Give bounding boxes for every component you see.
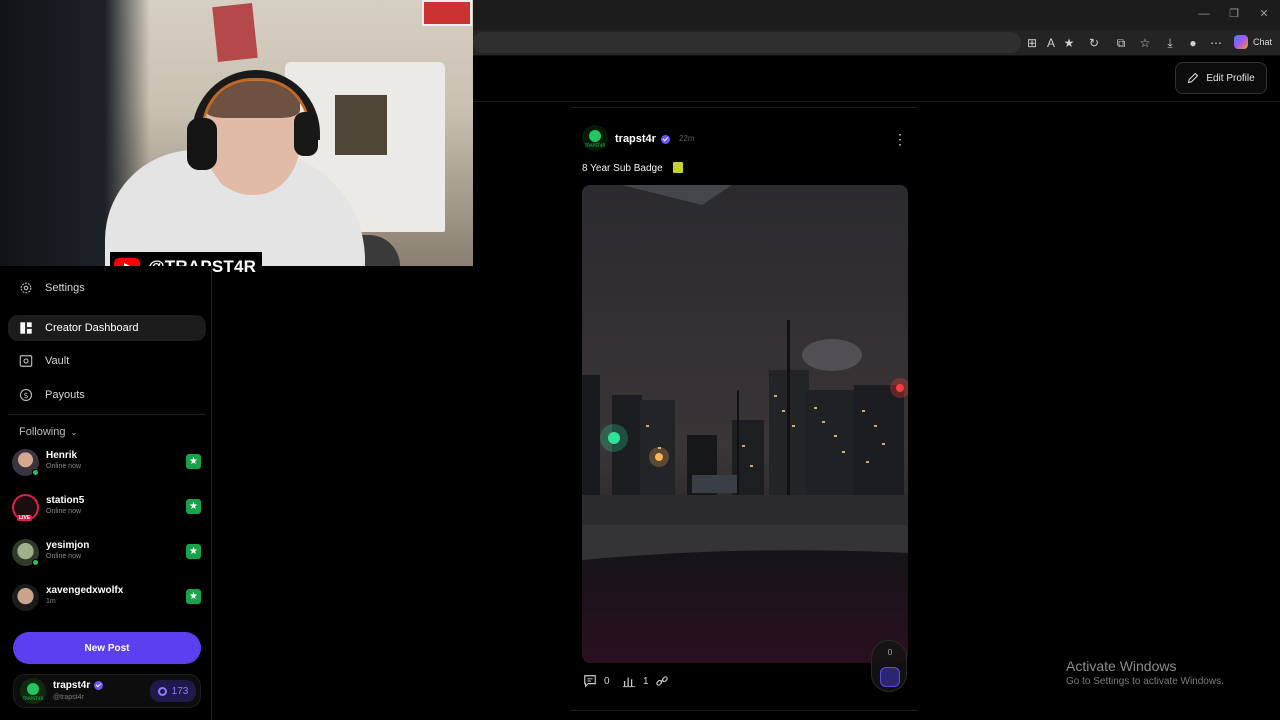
coin-balance[interactable]: 173: [150, 680, 196, 702]
favorite-star-icon[interactable]: ★: [1061, 35, 1077, 51]
restore-icon[interactable]: ❐: [1226, 6, 1242, 22]
refresh-extension-icon[interactable]: ↻: [1086, 35, 1102, 51]
coin-count: 173: [171, 685, 189, 697]
post-avatar[interactable]: TRAPST4R: [582, 125, 608, 151]
comment-icon: [584, 675, 596, 688]
sidebar-item-creator-dashboard[interactable]: Creator Dashboard: [8, 315, 206, 341]
star-icon[interactable]: ★: [186, 544, 201, 559]
more-options-icon[interactable]: ⋮: [893, 130, 907, 148]
star-icon[interactable]: ★: [186, 454, 201, 469]
profile-avatar-icon[interactable]: ●: [1185, 35, 1201, 51]
comment-count: 0: [604, 675, 610, 687]
following-status: 1m: [46, 598, 56, 605]
star-icon[interactable]: ★: [186, 499, 201, 514]
address-bar[interactable]: [473, 32, 1021, 53]
copilot-icon: [1234, 35, 1248, 49]
read-aloud-icon[interactable]: A: [1043, 35, 1059, 51]
account-card[interactable]: TRAPST4R trapst4r @trapst4r 173: [13, 674, 201, 708]
chevron-down-icon: ⌄: [70, 427, 78, 437]
account-handle: @trapst4r: [53, 694, 84, 701]
webcam-overlay: [0, 0, 473, 266]
downloads-icon[interactable]: ⤓: [1162, 35, 1178, 51]
sidebar-item-payouts[interactable]: $ Payouts: [8, 382, 206, 408]
sidebar-item-label: Settings: [45, 282, 85, 294]
minimize-icon[interactable]: —: [1196, 6, 1212, 22]
new-post-button[interactable]: New Post: [13, 632, 201, 664]
post-author: trapst4r: [615, 133, 656, 145]
extension-icon[interactable]: ⧉: [1113, 35, 1129, 51]
svg-text:TRAPST4R: TRAPST4R: [22, 696, 44, 701]
dollar-icon: $: [19, 388, 33, 402]
following-toggle[interactable]: Following ⌄: [19, 426, 77, 438]
following-status: Online now: [46, 508, 82, 515]
vault-icon: [19, 355, 33, 367]
activate-windows-title: Activate Windows: [1066, 658, 1177, 674]
app-available-icon[interactable]: ⊞: [1024, 35, 1040, 51]
edit-profile-label: Edit Profile: [1206, 72, 1255, 84]
feed-divider: [570, 107, 918, 108]
city-night-photo: [582, 185, 908, 663]
token-icon: [880, 667, 900, 687]
coin-icon: [157, 686, 167, 696]
views-button[interactable]: 1: [622, 673, 649, 689]
sidebar-item-label: Payouts: [45, 389, 85, 401]
online-indicator: [32, 559, 39, 566]
following-item-yesimjon[interactable]: yesimjon Online now ★: [12, 539, 204, 569]
online-indicator: [32, 469, 39, 476]
copilot-chat-button[interactable]: Chat: [1234, 33, 1272, 51]
gear-icon: [20, 282, 32, 294]
star-icon[interactable]: ★: [186, 589, 201, 604]
sidebar: Settings Creator Dashboard Vault $ Payou…: [0, 266, 212, 720]
following-name: Henrik: [46, 450, 78, 461]
verified-icon: [660, 134, 670, 144]
link-icon: [656, 676, 668, 686]
close-icon[interactable]: ✕: [1256, 6, 1272, 22]
account-name: trapst4r: [53, 680, 91, 691]
verified-icon: [94, 681, 104, 690]
post-media[interactable]: [582, 185, 908, 663]
following-item-xavengedxwolfx[interactable]: xavengedxwolfx 1m ★: [12, 584, 204, 614]
avatar: [12, 584, 39, 611]
following-name: xavengedxwolfx: [46, 585, 124, 596]
post-timestamp: 22m: [679, 134, 695, 143]
view-count: 1: [643, 675, 649, 687]
chat-label: Chat: [1253, 37, 1273, 47]
post-author-row[interactable]: trapst4r: [615, 133, 670, 145]
favorites-icon[interactable]: ☆: [1137, 35, 1153, 51]
comments-button[interactable]: 0: [583, 673, 610, 689]
sidebar-item-label: Creator Dashboard: [45, 322, 139, 334]
feed-divider: [570, 710, 918, 711]
svg-text:$: $: [23, 391, 28, 400]
tip-count: 0: [887, 648, 893, 657]
edit-profile-button[interactable]: Edit Profile: [1175, 62, 1267, 94]
following-name: yesimjon: [46, 540, 90, 551]
sidebar-item-vault[interactable]: Vault: [8, 348, 206, 374]
live-badge: LIVE: [17, 515, 33, 521]
account-name-row: trapst4r: [53, 680, 104, 691]
following-name: station5: [46, 495, 85, 506]
tip-counter[interactable]: 0: [871, 640, 907, 692]
following-status: Online now: [46, 463, 82, 470]
avatar: TRAPST4R: [20, 678, 46, 704]
sidebar-divider: [8, 414, 206, 415]
sidebar-item-label: Vault: [45, 355, 70, 367]
emoji-icon: [673, 162, 683, 173]
sidebar-item-settings[interactable]: Settings: [8, 275, 206, 301]
following-status: Online now: [46, 553, 82, 560]
share-link-button[interactable]: [655, 673, 669, 689]
dashboard-icon: [20, 322, 32, 334]
pencil-icon: [1188, 72, 1199, 84]
more-menu-icon[interactable]: ⋯: [1208, 35, 1224, 51]
following-label: Following: [19, 426, 66, 438]
following-item-henrik[interactable]: Henrik Online now ★: [12, 449, 204, 479]
bar-chart-icon: [622, 677, 636, 688]
post-text: 8 Year Sub Badge: [582, 163, 663, 174]
svg-text:TRAPST4R: TRAPST4R: [584, 143, 606, 148]
following-item-station5[interactable]: LIVE station5 Online now ★: [12, 494, 204, 524]
activate-windows-subtitle: Go to Settings to activate Windows.: [1066, 676, 1224, 687]
